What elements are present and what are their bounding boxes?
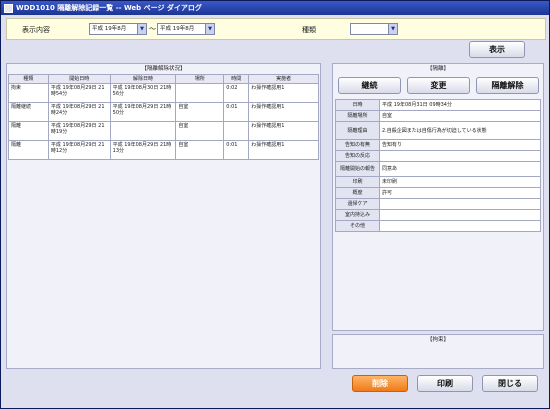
detail-row-notice: 告知の有無 告知有り xyxy=(335,139,541,151)
list-panel: 【隔離解除状況】 種類 開始日時 解除日時 場所 時間 実施者 拘束 平成 19… xyxy=(6,63,321,369)
list-panel-title: 【隔離解除状況】 xyxy=(141,66,186,72)
cell-time: 0:01 xyxy=(223,102,250,122)
cell-place: 自室 xyxy=(175,102,225,122)
cell-staff: わ操作確認用1 xyxy=(248,83,319,103)
type-label: 種類 xyxy=(302,26,316,34)
table-row[interactable]: 隔離継続 平成 19年08月29日 21時24分 平成 19年08月29日 21… xyxy=(8,102,319,122)
detail-row-reaction: 告知の反応 xyxy=(335,150,541,162)
cell-end: 平成 19年08月29日 21時13分 xyxy=(109,140,177,160)
date-to-select[interactable]: 平成 19年8月 ▼ xyxy=(157,23,215,35)
detail-panel-title: 【隔離】 xyxy=(426,66,449,72)
col-end: 解除日時 xyxy=(109,74,177,84)
cell-place xyxy=(175,83,225,103)
detail-value xyxy=(379,220,541,232)
detail-label: 還帰ケア xyxy=(335,198,380,210)
title-bar: WDD1010 隔離解除記録一覧 -- Web ページ ダイアログ xyxy=(1,1,549,15)
detail-label: 日時 xyxy=(335,99,380,111)
detail-row-degree: 概度 許可 xyxy=(335,187,541,199)
detail-label: 室内持込み xyxy=(335,209,380,221)
detail-label: 概度 xyxy=(335,187,380,199)
detail-value: 同意あ xyxy=(379,161,541,177)
cell-time: 0:02 xyxy=(223,83,250,103)
cell-time xyxy=(223,121,250,141)
range-separator: 〜 xyxy=(149,25,156,33)
cell-start: 平成 19年08月29日 21時19分 xyxy=(47,121,111,141)
detail-value xyxy=(379,198,541,210)
cell-type: 隔離 xyxy=(8,140,49,160)
display-label: 表示内容 xyxy=(22,26,50,34)
cell-start: 平成 19年08月29日 21時24分 xyxy=(47,102,111,122)
app-icon xyxy=(4,3,13,13)
chevron-down-icon: ▼ xyxy=(205,24,214,34)
cell-staff: わ操作確認用1 xyxy=(248,102,319,122)
col-start: 開始日時 xyxy=(47,74,111,84)
detail-value: 自室 xyxy=(379,110,541,122)
chevron-down-icon: ▼ xyxy=(137,24,146,34)
cell-staff: わ操作確認用1 xyxy=(248,140,319,160)
detail-label: 隔離理由 xyxy=(335,121,380,140)
change-button[interactable]: 変更 xyxy=(407,77,470,94)
delete-button[interactable]: 削除 xyxy=(352,375,408,392)
detail-row-other: その他 xyxy=(335,220,541,232)
cell-end xyxy=(109,121,177,141)
detail-row-print: 印刷 未印刷 xyxy=(335,176,541,188)
release-button[interactable]: 隔離解除 xyxy=(476,77,539,94)
detail-label: 隔離開始の報告 xyxy=(335,161,380,177)
date-from-select[interactable]: 平成 19年8月 ▼ xyxy=(89,23,147,35)
close-button[interactable]: 閉じる xyxy=(482,375,538,392)
detail-value xyxy=(379,150,541,162)
cell-staff: わ操作確認用1 xyxy=(248,121,319,141)
table-row[interactable]: 隔離 平成 19年08月29日 21時12分 平成 19年08月29日 21時1… xyxy=(8,140,319,160)
filter-bar: 表示内容 平成 19年8月 ▼ 〜 平成 19年8月 ▼ 種類 ▼ xyxy=(6,18,546,40)
restraint-panel: 【拘束】 xyxy=(332,334,544,369)
detail-value: 未印刷 xyxy=(379,176,541,188)
cell-place: 自室 xyxy=(175,140,225,160)
cell-type: 隔離継続 xyxy=(8,102,49,122)
show-button[interactable]: 表示 xyxy=(469,41,525,58)
restraint-panel-title: 【拘束】 xyxy=(426,337,449,343)
detail-label: 告知の有無 xyxy=(335,139,380,151)
detail-row-place: 隔離場所 自室 xyxy=(335,110,541,122)
type-select[interactable]: ▼ xyxy=(350,23,398,35)
detail-row-reason: 隔離理由 2.自殺企図または自傷行為が切迫している状態 xyxy=(335,121,541,140)
cell-start: 平成 19年08月29日 21時12分 xyxy=(47,140,111,160)
detail-row-items: 室内持込み xyxy=(335,209,541,221)
table-row[interactable]: 拘束 平成 19年08月29日 21時54分 平成 19年08月30日 21時5… xyxy=(8,83,319,103)
col-time: 時間 xyxy=(223,74,250,84)
detail-value: 2.自殺企図または自傷行為が切迫している状態 xyxy=(379,121,541,140)
cell-type: 隔離 xyxy=(8,121,49,141)
detail-panel: 【隔離】 継続 変更 隔離解除 日時 平成 19年08月31日 09時34分 隔… xyxy=(332,63,544,331)
detail-value xyxy=(379,209,541,221)
cell-start: 平成 19年08月29日 21時54分 xyxy=(47,83,111,103)
date-from-value: 平成 19年8月 xyxy=(92,26,127,32)
dialog-window: WDD1010 隔離解除記録一覧 -- Web ページ ダイアログ 表示内容 平… xyxy=(0,0,550,409)
date-to-value: 平成 19年8月 xyxy=(160,26,195,32)
col-staff: 実施者 xyxy=(248,74,319,84)
detail-row-report: 隔離開始の報告 同意あ xyxy=(335,161,541,177)
detail-value: 平成 19年08月31日 09時34分 xyxy=(379,99,541,111)
cell-end: 平成 19年08月30日 21時56分 xyxy=(109,83,177,103)
col-type: 種類 xyxy=(8,74,49,84)
detail-label: 隔離場所 xyxy=(335,110,380,122)
detail-row-datetime: 日時 平成 19年08月31日 09時34分 xyxy=(335,99,541,111)
record-table: 種類 開始日時 解除日時 場所 時間 実施者 拘束 平成 19年08月29日 2… xyxy=(8,74,319,160)
window-title: WDD1010 隔離解除記録一覧 -- Web ページ ダイアログ xyxy=(16,4,202,12)
chevron-down-icon: ▼ xyxy=(388,24,397,34)
detail-label: 印刷 xyxy=(335,176,380,188)
detail-table: 日時 平成 19年08月31日 09時34分 隔離場所 自室 隔離理由 2.自殺… xyxy=(335,99,541,232)
detail-value: 許可 xyxy=(379,187,541,199)
cell-type: 拘束 xyxy=(8,83,49,103)
table-header-row: 種類 開始日時 解除日時 場所 時間 実施者 xyxy=(8,74,319,84)
table-row[interactable]: 隔離 平成 19年08月29日 21時19分 自室 わ操作確認用1 xyxy=(8,121,319,141)
continue-button[interactable]: 継続 xyxy=(338,77,401,94)
detail-label: 告知の反応 xyxy=(335,150,380,162)
detail-row-care: 還帰ケア xyxy=(335,198,541,210)
cell-time: 0:01 xyxy=(223,140,250,160)
cell-place: 自室 xyxy=(175,121,225,141)
col-place: 場所 xyxy=(175,74,225,84)
detail-label: その他 xyxy=(335,220,380,232)
print-button[interactable]: 印刷 xyxy=(417,375,473,392)
detail-value: 告知有り xyxy=(379,139,541,151)
cell-end: 平成 19年08月29日 21時50分 xyxy=(109,102,177,122)
